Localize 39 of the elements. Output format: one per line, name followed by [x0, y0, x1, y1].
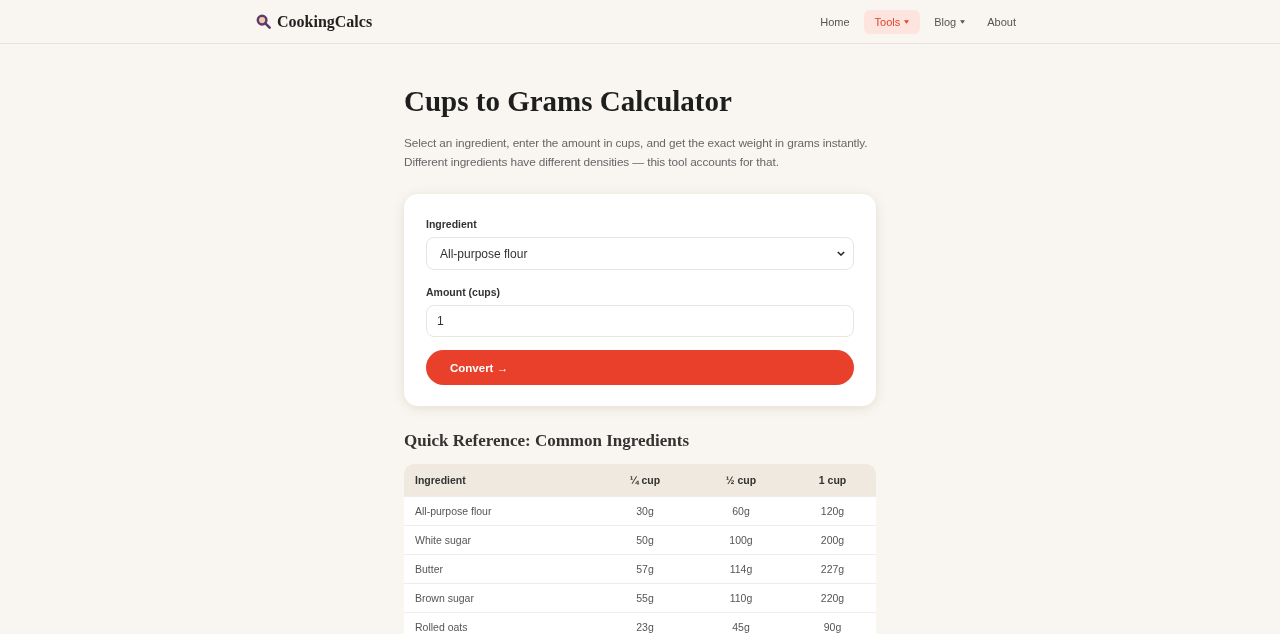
column-header: ¼ cup [628, 473, 662, 488]
table-cell-text: 57g [635, 562, 655, 577]
column-header: 1 cup [817, 473, 848, 488]
field-label: Amount (cups) [426, 286, 502, 298]
table-cell-text: 114g [728, 562, 754, 577]
intro-text: Select an ingredient, enter the amount in cups, and get the exact weight in grams instantly. Different ingredients have different densities — this tool accounts for that. [404, 135, 869, 171]
magnifier-icon [256, 14, 271, 29]
table-cell-text: Butter [414, 562, 444, 577]
table-cell-text: 200g [819, 533, 846, 548]
table-cell-text: 30g [635, 504, 655, 519]
table-cell-text: Rolled oats [414, 620, 469, 634]
chevron-down-icon [837, 251, 845, 256]
amount-input[interactable]: 1 [426, 305, 854, 337]
table-cell-text: 55g [635, 591, 655, 606]
table-cell-text: 45g [731, 620, 751, 634]
site-logo[interactable]: CookingCalcs [277, 12, 373, 31]
table-cell-text: 50g [635, 533, 655, 548]
page-title: Cups to Grams Calculator [404, 84, 733, 118]
table-cell-text: All-purpose flour [414, 504, 493, 519]
nav-link[interactable]: Blog [926, 9, 974, 34]
column-header: ½ cup [724, 473, 758, 488]
table-cell-text: 110g [728, 591, 754, 606]
table-cell-text: 227g [819, 562, 846, 577]
table-cell-text: 100g [728, 533, 754, 548]
ingredient-select[interactable]: All-purpose flour [426, 237, 854, 270]
column-header: Ingredient [414, 473, 467, 488]
table-cell-text: 60g [731, 504, 751, 519]
convert-button[interactable]: Convert → [426, 350, 854, 385]
table-cell-text: 220g [819, 591, 846, 606]
nav-link[interactable]: Home [812, 9, 858, 34]
field-label: Ingredient [426, 218, 478, 230]
nav-link[interactable]: Tools [863, 9, 921, 34]
table-cell-text: 90g [822, 620, 843, 634]
table-cell-text: 23g [635, 620, 655, 634]
table-cell-text: Brown sugar [414, 591, 475, 606]
table-cell-text: 120g [819, 504, 846, 519]
nav-link[interactable]: About [979, 9, 1024, 34]
section-heading: Quick Reference: Common Ingredients [404, 431, 691, 451]
table-cell-text: White sugar [414, 533, 473, 548]
